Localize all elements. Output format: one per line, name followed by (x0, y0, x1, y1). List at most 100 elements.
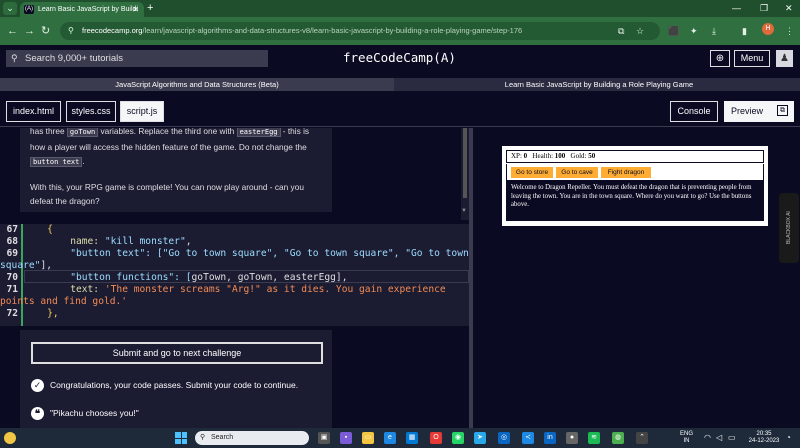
taskbar-search[interactable]: ⚲ Search (195, 431, 309, 445)
forward-icon[interactable]: → (24, 23, 35, 39)
overflow-icon[interactable]: ⌃ (636, 432, 648, 444)
site-info-icon[interactable]: ⚲ (68, 22, 74, 40)
url-path: /learn/javascript-algorithms-and-data-st… (142, 26, 523, 35)
close-tab-icon[interactable]: ✕ (132, 2, 139, 17)
xp-value: 0 (523, 152, 528, 160)
check-circle-icon: ✓ (31, 379, 44, 393)
tab-index-html[interactable]: index.html (6, 101, 61, 122)
fcc-logo[interactable]: freeCodeCamp(A) (343, 49, 456, 67)
extension-icon[interactable]: ⬛ (668, 24, 679, 38)
user-avatar-icon[interactable]: ♟ (776, 50, 793, 67)
file-explorer-icon[interactable]: ▭ (362, 432, 374, 444)
search-placeholder: Search 9,000+ tutorials (25, 53, 123, 64)
pass-message: ✓ Congratulations, your code passes. Subm… (31, 378, 299, 393)
preview-button[interactable]: Preview ⧉ (724, 101, 794, 122)
popout-icon: ⧉ (777, 105, 788, 116)
linkedin-icon[interactable]: in (544, 432, 556, 444)
install-icon[interactable]: ⧉ (618, 24, 624, 38)
bookmark-star-icon[interactable]: ☆ (636, 24, 644, 38)
quote-text: "Pikachu chooses you!" (50, 408, 139, 418)
fight-dragon-button[interactable]: Fight dragon (601, 167, 651, 178)
tab-script-js[interactable]: script.js (120, 101, 164, 122)
chrome-icon[interactable]: ◍ (612, 432, 624, 444)
game-preview: XP: 0 Health: 100 Gold: 50 Go to store G… (502, 146, 768, 226)
pass-text: Congratulations, your code passes. Submi… (50, 380, 299, 390)
code-line-68: name: "kill monster", (24, 236, 192, 247)
task-view-icon[interactable]: ▣ (318, 432, 330, 444)
breadcrumb-block[interactable]: Learn Basic JavaScript by Building a Rol… (398, 78, 800, 91)
language-indicator[interactable]: ENG IN (680, 431, 693, 445)
console-button[interactable]: Console (670, 101, 718, 122)
game-text: Welcome to Dragon Repeller. You must def… (506, 181, 764, 221)
code-editor[interactable]: 67 68 69 70 71 72 { name: "kill monster"… (0, 224, 469, 326)
app-icon[interactable]: ◎ (498, 432, 510, 444)
changed-lines-bar (21, 224, 23, 326)
extensions-puzzle-icon[interactable]: ✦ (690, 24, 698, 38)
sidepanel-icon[interactable]: ▮ (742, 24, 747, 38)
tab-styles-css[interactable]: styles.css (66, 101, 116, 122)
editor-tab-bar: index.html styles.css script.js Console … (0, 95, 800, 127)
motivational-quote: ❝ "Pikachu chooses you!" (31, 406, 139, 421)
close-window-icon[interactable]: ✕ (785, 1, 793, 15)
url-host: freecodecamp.org (82, 26, 143, 35)
code-easteregg: easterEgg (236, 128, 281, 137)
downloads-icon[interactable]: ⤓ (712, 24, 716, 38)
scroll-down-icon[interactable]: ▼ (461, 208, 467, 214)
code-button-text: button text (30, 157, 83, 167)
code-line-70: "button functions": [goTown, goTown, eas… (24, 272, 348, 283)
new-tab-button[interactable]: + (147, 2, 153, 15)
fcc-navbar: ⚲ Search 9,000+ tutorials freeCodeCamp(A… (0, 45, 800, 72)
game-controls: Go to store Go to cave Fight dragon (506, 164, 764, 181)
line-number: 71 (6, 284, 18, 295)
teams-icon[interactable]: ▪ (340, 432, 352, 444)
go-to-cave-button[interactable]: Go to cave (556, 167, 598, 178)
notification-icon[interactable]: ◔ (786, 434, 791, 442)
code-line-69-wrap: square"], (0, 260, 52, 271)
maximize-icon[interactable]: ❐ (760, 1, 768, 15)
reload-icon[interactable]: ↻ (41, 23, 50, 39)
edge-icon[interactable]: e (384, 432, 396, 444)
battery-icon[interactable]: ▭ (728, 434, 736, 442)
line-number: 70 (6, 272, 18, 283)
go-to-store-button[interactable]: Go to store (511, 167, 553, 178)
wifi-icon[interactable]: ◠ (704, 434, 711, 442)
volume-icon[interactable]: ◁ (716, 434, 722, 442)
blackbox-ai-widget[interactable]: BLACKBOX AI (779, 193, 799, 263)
code-line-71-wrap: points and find gold.' (0, 296, 128, 307)
telegram-icon[interactable]: ➤ (474, 432, 486, 444)
instruction-paragraph: has three goTown variables. Replace the … (30, 128, 310, 167)
clock[interactable]: 20:35 24-12-2023 (746, 431, 782, 445)
spotify-icon[interactable]: ≋ (588, 432, 600, 444)
weather-icon[interactable] (4, 432, 16, 444)
browser-tab[interactable]: (A) Learn Basic JavaScript by Buildi ✕ (20, 2, 144, 17)
store-icon[interactable]: ▦ (406, 432, 418, 444)
preview-label: Preview (731, 106, 764, 116)
minimize-icon[interactable]: — (732, 1, 741, 15)
profile-avatar[interactable]: H (762, 23, 774, 35)
code-line-67: { (24, 224, 53, 235)
code-line-72: }, (24, 308, 59, 319)
menu-button[interactable]: Menu (734, 50, 770, 67)
breadcrumb-superblock[interactable]: JavaScript Algorithms and Data Structure… (0, 78, 394, 91)
breadcrumb: JavaScript Algorithms and Data Structure… (0, 78, 800, 91)
search-input[interactable]: ⚲ Search 9,000+ tutorials (6, 50, 268, 67)
github-icon[interactable]: ● (566, 432, 578, 444)
search-icon: ⚲ (11, 53, 18, 63)
whatsapp-icon[interactable]: ◉ (452, 432, 464, 444)
action-panel: Submit and go to next challenge ✓ Congrat… (20, 330, 332, 428)
windows-start-icon[interactable] (175, 432, 187, 444)
taskbar-search-label: Search (211, 434, 234, 441)
more-menu-icon[interactable]: ⋮ (785, 24, 794, 38)
scrollbar-thumb[interactable] (463, 128, 467, 198)
submit-button[interactable]: Submit and go to next challenge (31, 342, 323, 364)
browser-tab-bar: ⌄ (A) Learn Basic JavaScript by Buildi ✕… (0, 0, 800, 17)
url-field[interactable]: ⚲ freecodecamp.org/learn/javascript-algo… (60, 22, 660, 40)
back-icon[interactable]: ← (7, 23, 18, 39)
tab-search-icon[interactable]: ⌄ (3, 2, 17, 15)
address-bar: ← → ↻ ⚲ freecodecamp.org/learn/javascrip… (0, 17, 800, 45)
language-globe-icon[interactable]: ⊕ (710, 50, 730, 67)
code-line-71: text: 'The monster screams "Arg!" as it … (24, 284, 446, 295)
vscode-icon[interactable]: ≺ (522, 432, 534, 444)
office-icon[interactable]: O (430, 432, 442, 444)
line-number: 69 (6, 248, 18, 259)
